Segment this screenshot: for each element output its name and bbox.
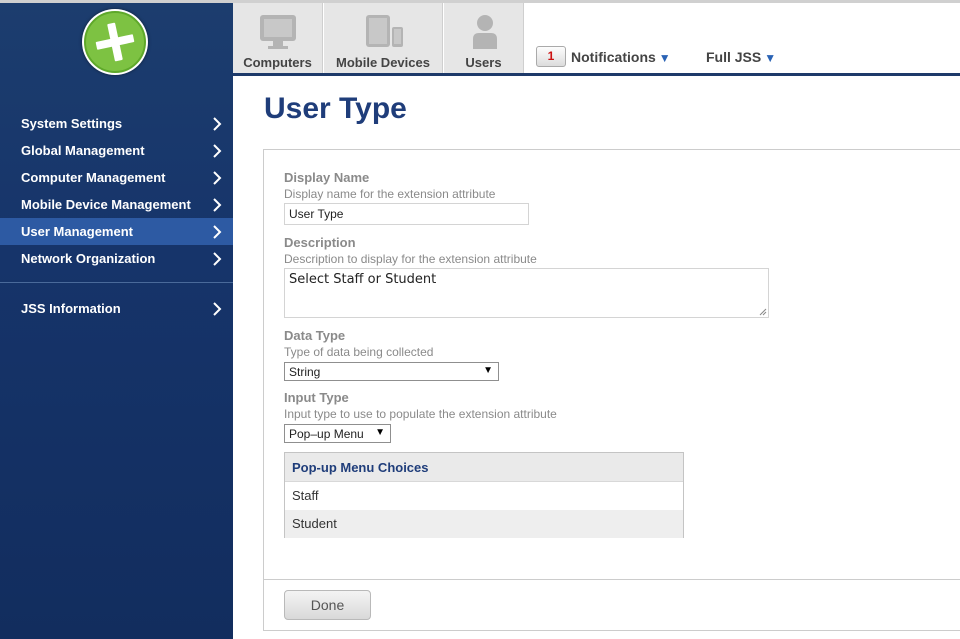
- sidebar-item-label: JSS Information: [21, 301, 121, 316]
- sidebar-item-global-management[interactable]: Global Management: [0, 137, 233, 164]
- sidebar-item-label: Global Management: [21, 143, 145, 158]
- top-bar: Computers Mobile Devices Users 1 Notific…: [233, 0, 960, 76]
- tab-label: Users: [465, 55, 502, 70]
- data-type-label: Data Type: [284, 328, 346, 343]
- tab-mobile-devices[interactable]: Mobile Devices: [324, 3, 443, 73]
- input-type-select[interactable]: Pop–up Menu ▼: [284, 424, 391, 443]
- sidebar-item-label: User Management: [21, 224, 133, 239]
- sidebar-item-system-settings[interactable]: System Settings: [0, 110, 233, 137]
- resize-grip-icon[interactable]: [759, 308, 767, 316]
- sidebar-divider: [0, 282, 233, 283]
- tab-label: Computers: [243, 55, 312, 70]
- sidebar-item-label: Computer Management: [21, 170, 166, 185]
- full-jss-menu[interactable]: Full JSS ▼: [706, 49, 776, 65]
- chevron-right-icon: [213, 171, 222, 185]
- caret-down-icon: ▼: [764, 51, 777, 65]
- sidebar-item-jss-information[interactable]: JSS Information: [0, 295, 233, 322]
- dropdown-arrow-icon: ▼: [483, 365, 493, 376]
- sidebar-item-mobile-device-management[interactable]: Mobile Device Management: [0, 191, 233, 218]
- full-jss-label: Full JSS: [706, 49, 762, 65]
- chevron-right-icon: [213, 252, 222, 266]
- description-value: Select Staff or Student: [289, 272, 437, 287]
- sidebar: System Settings Global Management Comput…: [0, 0, 233, 639]
- extension-attribute-panel: Display Name Display name for the extens…: [263, 149, 960, 631]
- jss-logo[interactable]: [82, 9, 148, 75]
- display-name-help: Display name for the extension attribute: [284, 187, 496, 201]
- input-type-value: Pop–up Menu: [289, 427, 364, 441]
- tab-computers[interactable]: Computers: [233, 3, 323, 73]
- list-item[interactable]: Staff: [285, 482, 683, 510]
- description-label: Description: [284, 235, 356, 250]
- computer-icon: [260, 15, 296, 49]
- display-name-input[interactable]: User Type: [284, 203, 529, 225]
- tab-users[interactable]: Users: [444, 3, 524, 73]
- chevron-right-icon: [213, 302, 222, 316]
- tab-label: Mobile Devices: [336, 55, 430, 70]
- sidebar-item-computer-management[interactable]: Computer Management: [0, 164, 233, 191]
- description-textarea[interactable]: Select Staff or Student: [284, 268, 769, 318]
- input-type-help: Input type to use to populate the extens…: [284, 407, 557, 421]
- notifications-menu[interactable]: Notifications ▼: [571, 49, 671, 65]
- data-type-value: String: [289, 365, 321, 379]
- sidebar-item-label: Network Organization: [21, 251, 156, 266]
- list-item[interactable]: Student: [285, 510, 683, 538]
- sidebar-item-user-management[interactable]: User Management: [0, 218, 233, 245]
- data-type-select[interactable]: String ▼: [284, 362, 499, 381]
- done-button[interactable]: Done: [284, 590, 371, 620]
- popup-menu-choices-table: Pop-up Menu Choices Staff Student: [284, 452, 684, 538]
- chevron-right-icon: [213, 117, 222, 131]
- notifications-label: Notifications: [571, 49, 656, 65]
- sidebar-item-label: Mobile Device Management: [21, 197, 191, 212]
- page-title: User Type: [264, 92, 407, 125]
- caret-down-icon: ▼: [658, 51, 671, 65]
- dropdown-arrow-icon: ▼: [375, 427, 385, 438]
- display-name-label: Display Name: [284, 170, 370, 185]
- casper-cross-icon: [84, 11, 146, 73]
- chevron-right-icon: [213, 144, 222, 158]
- chevron-right-icon: [213, 198, 222, 212]
- user-icon: [473, 15, 497, 49]
- sidebar-item-label: System Settings: [21, 116, 123, 131]
- notification-count-badge[interactable]: 1: [536, 46, 566, 67]
- input-type-label: Input Type: [284, 390, 349, 405]
- mobile-devices-icon: [366, 15, 403, 47]
- popup-menu-choices-header: Pop-up Menu Choices: [285, 453, 683, 482]
- data-type-help: Type of data being collected: [284, 345, 434, 359]
- panel-divider: [264, 579, 960, 580]
- sidebar-item-network-organization[interactable]: Network Organization: [0, 245, 233, 272]
- description-help: Description to display for the extension…: [284, 252, 537, 266]
- chevron-right-icon: [213, 225, 222, 239]
